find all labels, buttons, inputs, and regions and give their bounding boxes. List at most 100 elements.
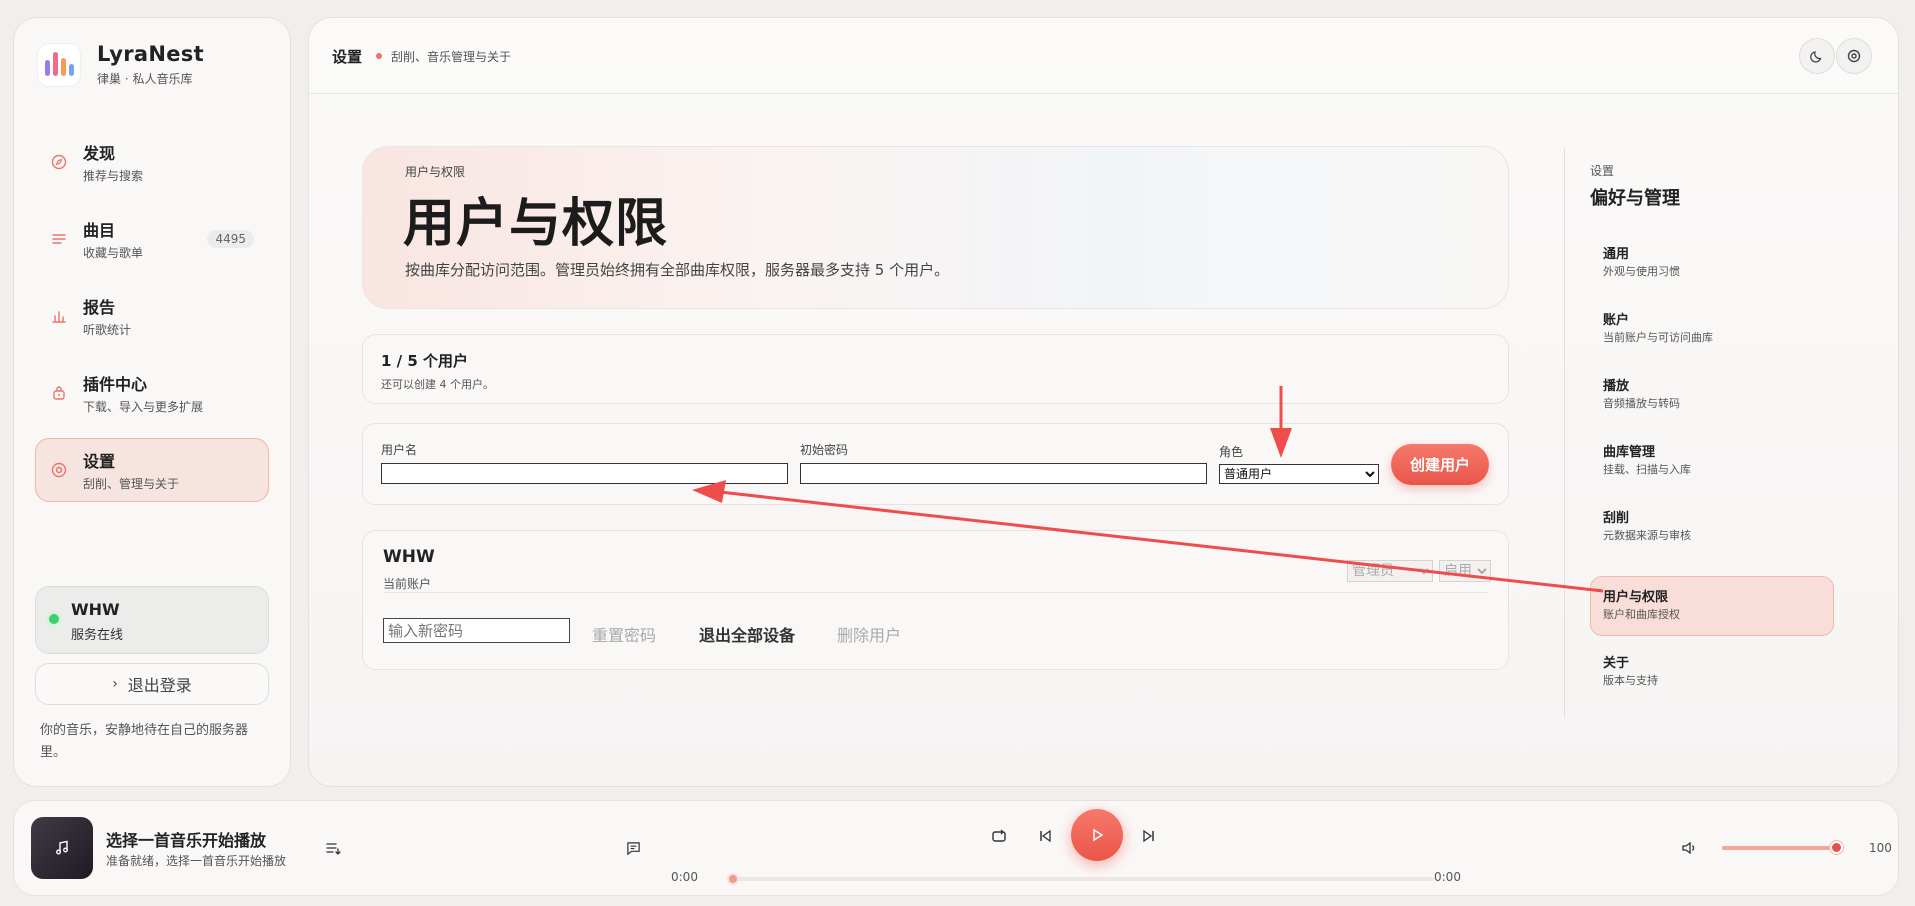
new-password-field[interactable] xyxy=(383,618,570,643)
nav-item-tracks[interactable]: 曲目 收藏与歌单 4495 xyxy=(35,207,269,271)
settings-nav-item-scraping[interactable]: 刮削 元数据来源与审核 xyxy=(1590,497,1834,557)
settings-nav-item-general[interactable]: 通用 外观与使用习惯 xyxy=(1590,233,1834,293)
lyrics-icon xyxy=(626,841,640,855)
repeat-button[interactable] xyxy=(989,826,1009,846)
chevron-right-icon: › xyxy=(112,676,118,692)
settings-nav-item-subtitle: 版本与支持 xyxy=(1603,674,1658,687)
settings-nav-item-account[interactable]: 账户 当前账户与可访问曲库 xyxy=(1590,299,1834,359)
user-status-select[interactable]: 启用 xyxy=(1439,560,1491,582)
role-label: 角色 xyxy=(1219,445,1244,459)
track-count-badge: 4495 xyxy=(207,230,254,248)
nav-item-subtitle: 收藏与歌单 xyxy=(83,246,144,260)
settings-nav-item-subtitle: 外观与使用习惯 xyxy=(1603,265,1680,278)
sidebar-tagline: 你的音乐，安静地待在自己的服务器里。 xyxy=(40,723,249,760)
music-note-icon xyxy=(56,840,68,855)
hero-title: 用户与权限 xyxy=(403,194,669,254)
initial-password-field[interactable] xyxy=(800,463,1207,484)
nav-item-subtitle: 下载、导入与更多扩展 xyxy=(83,400,204,414)
username-field[interactable] xyxy=(381,463,788,484)
reset-password-button[interactable]: 重置密码 xyxy=(592,622,656,646)
current-time: 0:00 xyxy=(671,870,698,884)
hero-description: 按曲库分配访问范围。管理员始终拥有全部曲库权限，服务器最多支持 5 个用户。 xyxy=(405,261,950,279)
list-icon xyxy=(50,230,68,248)
nav-item-settings[interactable]: 设置 刮削、管理与关于 xyxy=(35,438,269,502)
server-name: WHW xyxy=(71,600,120,619)
settings-button[interactable] xyxy=(1836,38,1872,74)
delete-user-button[interactable]: 删除用户 xyxy=(837,622,901,646)
theme-toggle-button[interactable] xyxy=(1799,38,1835,74)
progress-handle[interactable] xyxy=(727,873,739,885)
settings-nav-kicker: 设置 xyxy=(1590,164,1615,178)
settings-nav-item-title: 曲库管理 xyxy=(1603,445,1656,460)
server-status-card: WHW 服务在线 xyxy=(35,586,269,654)
main-panel: 设置 刮削、音乐管理与关于 用户与权限 用户与权限 按曲库分配访问范围。管理员始… xyxy=(308,17,1899,787)
settings-nav-item-about[interactable]: 关于 版本与支持 xyxy=(1590,642,1834,702)
nav-item-subtitle: 刮削、管理与关于 xyxy=(83,477,180,491)
compass-icon xyxy=(50,153,68,171)
player-bar: 选择一首音乐开始播放 准备就绪，选择一首音乐开始播放 0:00 0:00 100 xyxy=(13,800,1899,896)
breadcrumb-dot xyxy=(376,53,382,59)
nav-item-subtitle: 推荐与搜索 xyxy=(83,169,144,183)
user-card: WHW 当前账户 管理员 启用 重置密码 退出全部设备 删除用户 xyxy=(362,530,1509,670)
main-nav: 发现 推荐与搜索 曲目 收藏与歌单 4495 报告 听歌统计 插件中心 下载、导… xyxy=(35,130,269,515)
sidebar: LyraNest 律巢 · 私人音乐库 发现 推荐与搜索 曲目 收藏与歌单 44… xyxy=(13,17,291,787)
now-playing-title: 选择一首音乐开始播放 xyxy=(106,831,267,850)
volume-slider[interactable] xyxy=(1722,846,1836,850)
settings-nav: 设置 偏好与管理 通用 外观与使用习惯 账户 当前账户与可访问曲库 播放 音频播… xyxy=(1564,148,1854,718)
divider xyxy=(383,592,1488,593)
previous-button[interactable] xyxy=(1035,826,1055,846)
password-label: 初始密码 xyxy=(800,443,849,457)
nav-item-discover[interactable]: 发现 推荐与搜索 xyxy=(35,130,269,194)
lyrics-button[interactable] xyxy=(624,839,642,857)
logout-button[interactable]: › 退出登录 xyxy=(35,663,269,705)
settings-nav-item-subtitle: 当前账户与可访问曲库 xyxy=(1603,331,1713,344)
role-select[interactable]: 普通用户 xyxy=(1219,464,1379,484)
queue-icon xyxy=(326,843,341,855)
settings-nav-item-subtitle: 账户和曲库授权 xyxy=(1603,608,1680,621)
user-count-card: 1 / 5 个用户 还可以创建 4 个用户。 xyxy=(362,334,1509,404)
settings-nav-item-title: 账户 xyxy=(1603,313,1630,328)
settings-nav-item-title: 用户与权限 xyxy=(1603,590,1669,605)
repeat-icon xyxy=(992,829,1006,842)
settings-nav-item-title: 刮削 xyxy=(1603,511,1630,526)
user-subtitle: 当前账户 xyxy=(383,577,432,591)
top-bar: 设置 刮削、音乐管理与关于 xyxy=(309,18,1898,94)
user-role-select[interactable]: 管理员 xyxy=(1347,560,1433,582)
user-count-title: 1 / 5 个用户 xyxy=(381,352,469,370)
username-label: 用户名 xyxy=(381,443,418,457)
next-button[interactable] xyxy=(1139,826,1159,846)
settings-nav-item-subtitle: 挂载、扫描与入库 xyxy=(1603,463,1691,476)
skip-back-icon xyxy=(1040,829,1051,843)
page-subtitle: 刮削、音乐管理与关于 xyxy=(391,50,512,64)
create-user-form: 用户名 初始密码 角色 普通用户 创建用户 xyxy=(362,423,1509,505)
section-hero: 用户与权限 用户与权限 按曲库分配访问范围。管理员始终拥有全部曲库权限，服务器最… xyxy=(362,146,1509,309)
progress-track[interactable] xyxy=(734,877,1434,881)
nav-item-plugins[interactable]: 插件中心 下载、导入与更多扩展 xyxy=(35,361,269,425)
user-count-subtitle: 还可以创建 4 个用户。 xyxy=(381,378,494,391)
settings-nav-item-subtitle: 音频播放与转码 xyxy=(1603,397,1680,410)
volume-icon xyxy=(1682,841,1695,855)
settings-nav-item-library[interactable]: 曲库管理 挂载、扫描与入库 xyxy=(1590,431,1834,491)
nav-item-title: 报告 xyxy=(83,298,116,317)
settings-icon xyxy=(50,461,68,479)
album-cover[interactable] xyxy=(31,817,93,879)
settings-nav-item-subtitle: 元数据来源与审核 xyxy=(1603,529,1691,542)
volume-handle[interactable] xyxy=(1830,841,1843,854)
online-status-dot xyxy=(49,614,59,624)
logout-label: 退出登录 xyxy=(127,676,192,695)
nav-item-title: 插件中心 xyxy=(83,375,148,394)
nav-item-subtitle: 听歌统计 xyxy=(83,323,132,337)
create-user-button[interactable]: 创建用户 xyxy=(1391,444,1489,485)
settings-nav-item-playback[interactable]: 播放 音频播放与转码 xyxy=(1590,365,1834,425)
nav-item-title: 曲目 xyxy=(83,221,116,240)
settings-nav-title: 偏好与管理 xyxy=(1590,188,1680,209)
settings-nav-item-title: 播放 xyxy=(1603,379,1630,394)
queue-button[interactable] xyxy=(324,839,342,857)
nav-item-reports[interactable]: 报告 听歌统计 xyxy=(35,284,269,348)
settings-nav-item-users[interactable]: 用户与权限 账户和曲库授权 xyxy=(1590,576,1834,636)
play-button[interactable] xyxy=(1071,809,1123,861)
volume-button[interactable] xyxy=(1680,839,1698,857)
brand[interactable]: LyraNest 律巢 · 私人音乐库 xyxy=(37,42,204,87)
total-time: 0:00 xyxy=(1434,870,1461,884)
logout-all-devices-button[interactable]: 退出全部设备 xyxy=(699,622,795,646)
